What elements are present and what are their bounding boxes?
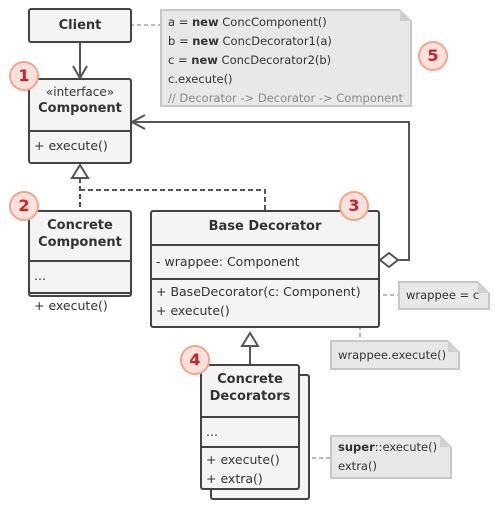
field: - wrappee: Component (156, 254, 300, 269)
concrete-execute-note: super::execute() extra() (330, 435, 452, 479)
class-name-line2: Decorators (209, 389, 291, 404)
step-badge-3: 3 (339, 191, 369, 221)
base-decorator-class: Base Decorator - wrappee: Component + Ba… (150, 210, 380, 328)
component-name: Component (38, 101, 122, 116)
field: ... (34, 268, 46, 283)
note-fold-icon (440, 435, 452, 447)
note-fold-icon (448, 340, 460, 352)
constructor-note: wrappee = c (398, 281, 490, 310)
concrete-decorators-class: Concrete Decorators ... + execute() + ex… (200, 364, 300, 490)
code-comment: // Decorator -> Decorator -> Component (168, 91, 404, 105)
code-line: b = new ConcDecorator1(a) (168, 32, 404, 51)
method: + BaseDecorator(c: Component) (156, 284, 361, 299)
method: + execute() (34, 138, 108, 153)
inheritance-triangle-icon (70, 163, 90, 179)
client-code-note: a = new ConcComponent() b = new ConcDeco… (160, 9, 412, 107)
client-class: Client (28, 8, 132, 43)
step-badge-4: 4 (180, 345, 210, 375)
code-keyword: new (192, 34, 219, 48)
code-text: a = (168, 15, 192, 29)
method: + execute() (206, 452, 280, 467)
realization-dashed-line-base (80, 189, 266, 210)
class-name: Base Decorator (208, 219, 322, 234)
code-text: b = (168, 34, 193, 48)
class-name-line1: Concrete (217, 372, 283, 387)
concrete-component-class: Concrete Component ... + execute() (28, 210, 132, 313)
code-text: ConcDecorator1(a) (218, 34, 332, 48)
code-line: c.execute() (168, 70, 404, 89)
code-text: c = (168, 53, 192, 67)
method: + extra() (206, 471, 263, 486)
class-name-line2: Component (38, 235, 122, 250)
code-keyword: new (191, 53, 218, 67)
field: ... (206, 424, 218, 439)
inheritance-triangle-icon (240, 331, 260, 347)
note-text: wrappee = c (406, 288, 480, 302)
code-line: c = new ConcDecorator2(b) (168, 51, 404, 70)
step-badge-5: 5 (418, 41, 448, 71)
note-text: wrappee.execute() (338, 348, 447, 362)
client-name: Client (58, 18, 102, 33)
step-badge-2: 2 (9, 191, 39, 221)
aggregation-diamond-icon (378, 251, 400, 269)
note-text: ::execute() (374, 440, 438, 454)
note-line: super::execute() (338, 438, 444, 457)
note-fold-icon (478, 281, 490, 293)
stereotype-label: «interface» (45, 85, 115, 99)
note-line: extra() (338, 459, 377, 473)
class-name-line1: Concrete (47, 218, 113, 233)
step-badge-1: 1 (9, 61, 39, 91)
note-fold-icon (400, 9, 412, 21)
code-text: c.execute() (168, 72, 233, 86)
component-interface: «interface» Component + execute() (28, 78, 132, 164)
method: + execute() (34, 298, 108, 313)
code-keyword: super (338, 440, 375, 454)
execute-note: wrappee.execute() (330, 340, 460, 370)
code-text: ConcComponent() (218, 15, 327, 29)
code-keyword: new (192, 15, 219, 29)
method: + execute() (156, 303, 230, 318)
code-text: ConcDecorator2(b) (217, 53, 332, 67)
code-line: a = new ConcComponent() (168, 13, 404, 32)
